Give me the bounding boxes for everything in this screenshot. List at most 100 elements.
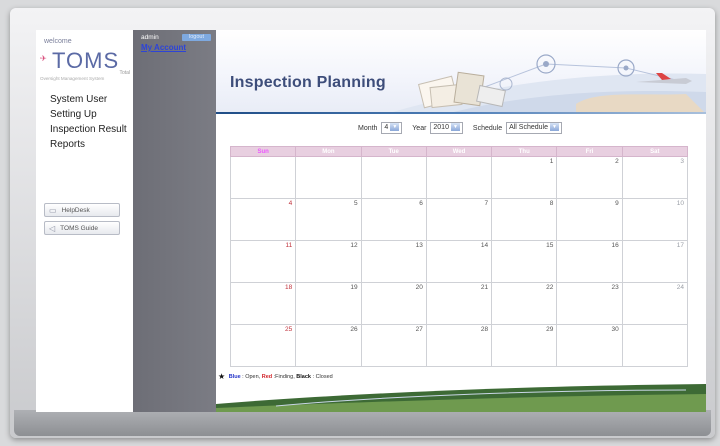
calendar-day-cell[interactable]: 10 [621, 198, 689, 241]
calendar-day-cell[interactable]: 29 [491, 324, 558, 367]
calendar-day-cell[interactable]: 6 [360, 198, 427, 241]
month-label: Month [358, 124, 378, 132]
calendar-day-cell[interactable]: 15 [491, 240, 558, 283]
admin-panel: admin logout My Account [133, 30, 216, 412]
calendar-day-cell[interactable]: 25 [229, 324, 297, 367]
weekday-header: Tue [360, 146, 427, 157]
calendar-day-cell[interactable]: 4 [229, 198, 297, 241]
legend-closed-color: Black [296, 374, 311, 380]
nav-inspection-result[interactable]: Inspection Result [50, 122, 127, 137]
welcome-text: welcome [44, 38, 72, 45]
monitor-bezel [14, 410, 711, 436]
calendar-day-cell[interactable] [229, 156, 297, 199]
calendar-day-cell[interactable]: 26 [295, 324, 362, 367]
calendar-day-cell[interactable]: 22 [491, 282, 558, 325]
legend-closed-text: : Closed [312, 374, 333, 380]
month-select[interactable]: 4 ▼ [381, 122, 403, 134]
nav-system-user[interactable]: System User [50, 92, 127, 107]
monitor-icon: ▭ [49, 205, 57, 215]
logo-mark-icon: ✈ [40, 54, 47, 63]
calendar-week-row: 25 26 27 28 29 30 [229, 324, 689, 367]
chevron-down-icon: ▼ [550, 123, 559, 132]
weekday-header: Mon [295, 146, 362, 157]
weekday-header: Fri [556, 146, 623, 157]
calendar-day-cell[interactable]: 11 [229, 240, 297, 283]
calendar-day-cell[interactable]: 2 [556, 156, 623, 199]
calendar-day-cell[interactable]: 21 [425, 282, 493, 325]
main-content: Inspection Planning Month 4 ▼ Year 2010 ▼ … [216, 30, 706, 412]
calendar-day-cell[interactable]: 16 [556, 240, 623, 283]
calendar-grid: Sun Mon Tue Wed Thu Fri Sat 1 2 3 4 5 6 … [229, 146, 689, 367]
my-account-link[interactable]: My Account [141, 43, 186, 52]
schedule-value: All Schedule [509, 124, 548, 131]
star-icon: ★ [218, 372, 226, 381]
logo-tagline: Total [119, 70, 130, 76]
calendar-day-cell[interactable]: 3 [621, 156, 689, 199]
year-value: 2010 [433, 124, 449, 131]
legend-finding-color: Red [261, 374, 273, 380]
calendar-day-cell[interactable]: 24 [621, 282, 689, 325]
toms-guide-button[interactable]: ◁ TOMS Guide [44, 221, 120, 235]
toms-logo[interactable]: welcome ✈ TOMS Total Oversight Managemen… [40, 38, 130, 86]
header-banner: Inspection Planning [216, 30, 706, 114]
legend-open-text: : Open, [242, 374, 261, 380]
page-title: Inspection Planning [230, 74, 386, 91]
admin-username: admin [141, 34, 159, 41]
legend-open-color: Blue [228, 374, 241, 380]
calendar-day-cell[interactable]: 14 [425, 240, 493, 283]
toms-guide-label: TOMS Guide [60, 224, 98, 232]
calendar-day-cell[interactable]: 5 [295, 198, 362, 241]
footer-swoosh [216, 384, 706, 412]
weekday-header: Sat [621, 146, 689, 157]
guide-icon: ◁ [49, 223, 56, 233]
calendar-day-cell[interactable]: 23 [556, 282, 623, 325]
banner-illustration [386, 54, 706, 114]
schedule-select[interactable]: All Schedule ▼ [506, 122, 562, 134]
banner-underline [216, 112, 706, 114]
logout-button[interactable]: logout [182, 34, 211, 41]
calendar-day-cell[interactable] [425, 156, 493, 199]
weekday-header: Thu [491, 146, 558, 157]
chevron-down-icon: ▼ [390, 123, 400, 132]
calendar-day-cell[interactable]: 19 [295, 282, 362, 325]
calendar-week-row: 1 2 3 [229, 156, 689, 199]
calendar-day-cell[interactable]: 12 [295, 240, 362, 283]
logo-text: TOMS [52, 48, 120, 73]
month-value: 4 [384, 124, 389, 131]
status-legend: ★ Blue : Open, Red :Finding, Black : Clo… [218, 372, 333, 381]
year-label: Year [412, 124, 427, 132]
schedule-label: Schedule [472, 124, 503, 132]
calendar-day-cell[interactable]: 18 [229, 282, 297, 325]
calendar-day-cell[interactable] [621, 324, 689, 367]
screen: welcome ✈ TOMS Total Oversight Managemen… [36, 30, 706, 412]
helpdesk-label: HelpDesk [61, 206, 90, 214]
calendar-day-cell[interactable]: 9 [556, 198, 623, 241]
calendar-day-cell[interactable]: 20 [360, 282, 427, 325]
calendar-day-cell[interactable]: 1 [491, 156, 558, 199]
calendar-day-cell[interactable]: 7 [425, 198, 493, 241]
logo-subtitle: Oversight Management System [40, 76, 105, 81]
sidebar: welcome ✈ TOMS Total Oversight Managemen… [36, 30, 133, 412]
calendar-week-row: 4 5 6 7 8 9 10 [229, 198, 689, 241]
weekday-header: Sun [229, 146, 297, 157]
calendar-day-cell[interactable]: 13 [360, 240, 427, 283]
nav-reports[interactable]: Reports [50, 137, 127, 152]
calendar-day-cell[interactable] [295, 156, 362, 199]
calendar-week-row: 18 19 20 21 22 23 24 [229, 282, 689, 325]
calendar-day-cell[interactable]: 27 [360, 324, 427, 367]
weekday-header: Wed [425, 146, 493, 157]
chevron-down-icon: ▼ [450, 123, 460, 132]
calendar-day-cell[interactable]: 8 [491, 198, 558, 241]
filter-bar: Month 4 ▼ Year 2010 ▼ Schedule All Schedul… [216, 122, 706, 134]
legend-finding-text: :Finding, [273, 374, 295, 380]
calendar-week-row: 11 12 13 14 15 16 17 [229, 240, 689, 283]
calendar-header-row: Sun Mon Tue Wed Thu Fri Sat [229, 146, 689, 157]
calendar-day-cell[interactable] [360, 156, 427, 199]
calendar-day-cell[interactable]: 28 [425, 324, 493, 367]
helpdesk-button[interactable]: ▭ HelpDesk [44, 203, 120, 217]
nav-setting-up[interactable]: Setting Up [50, 107, 127, 122]
calendar-day-cell[interactable]: 17 [621, 240, 689, 283]
year-select[interactable]: 2010 ▼ [430, 122, 463, 134]
sidebar-nav: System User Setting Up Inspection Result… [50, 92, 127, 152]
calendar-day-cell[interactable]: 30 [556, 324, 623, 367]
